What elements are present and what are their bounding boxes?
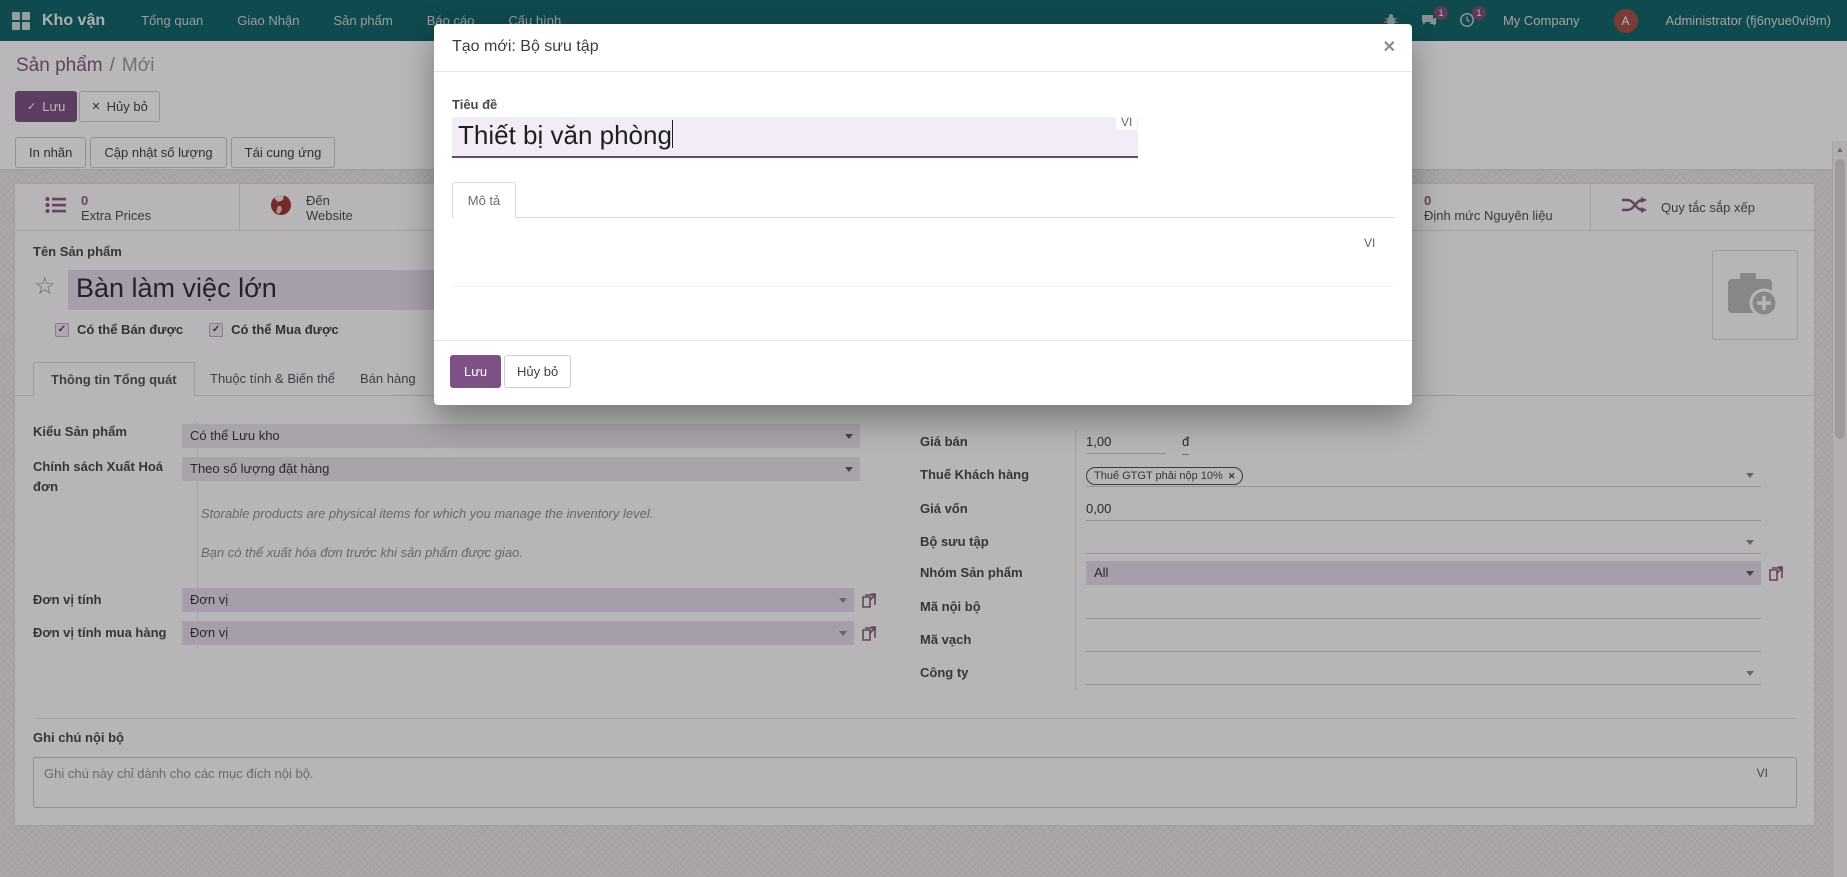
title-language-badge[interactable]: VI [1116, 114, 1137, 130]
description-language-badge[interactable]: VI [1364, 236, 1375, 250]
modal-content-divider [452, 286, 1394, 287]
modal-close-icon[interactable]: ✕ [1383, 37, 1396, 57]
modal-tabline [452, 217, 1394, 218]
text-cursor [672, 120, 673, 148]
modal-tab-description[interactable]: Mô tả [452, 182, 516, 218]
modal-title: Tạo mới: Bộ sưu tập [452, 38, 599, 56]
modal-footer: Lưu Hủy bỏ [434, 340, 1412, 405]
collection-title-input[interactable]: Thiết bị văn phòng [452, 117, 1138, 158]
collection-title-label: Tiêu đề [452, 97, 497, 112]
modal-discard-button[interactable]: Hủy bỏ [504, 355, 571, 388]
app-root: Kho vận Tổng quan Giao Nhận Sản phẩm Báo… [0, 0, 1847, 877]
create-collection-modal: Tạo mới: Bộ sưu tập ✕ Tiêu đề Thiết bị v… [434, 24, 1412, 405]
modal-header: Tạo mới: Bộ sưu tập ✕ [434, 24, 1412, 72]
modal-save-button[interactable]: Lưu [450, 355, 501, 388]
